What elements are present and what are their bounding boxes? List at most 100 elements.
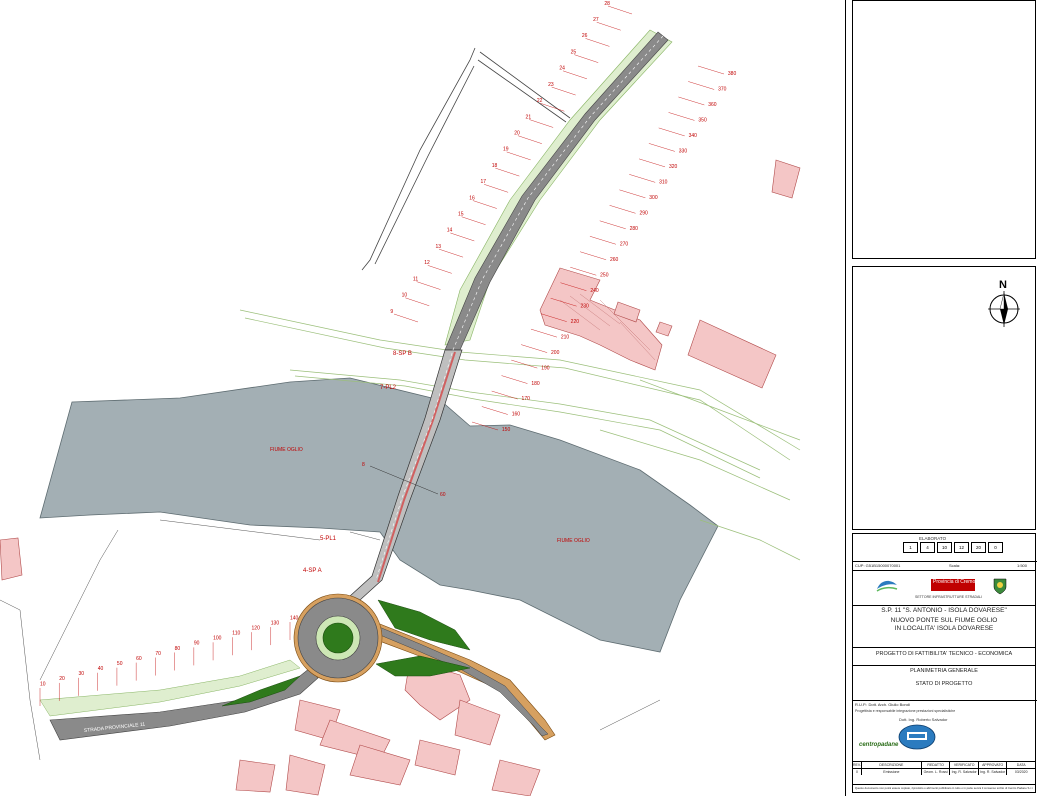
revision-table: REV. DESCRIZIONE REDATTO VERIFICATO APPR…: [853, 761, 1035, 786]
station-label: 14: [447, 228, 453, 234]
section-label-7pl2: 7-PL2: [380, 385, 397, 391]
station-label: 190: [541, 365, 550, 371]
station-tick: [585, 38, 610, 47]
station-label: 380: [728, 71, 737, 77]
station-label: 130: [271, 620, 280, 626]
station-label: 30: [78, 671, 84, 677]
station-label: 200: [551, 350, 560, 356]
section-label-8spb: 8-SP B: [393, 351, 412, 357]
station-label: 150: [502, 427, 511, 433]
center-number-2: 60: [440, 492, 446, 498]
station-tick: [461, 216, 486, 225]
station-tick: [416, 281, 441, 290]
station-label: 40: [98, 666, 104, 672]
station-label: 25: [571, 49, 577, 55]
station-tick: [596, 22, 621, 31]
station-tick: [481, 406, 508, 415]
station-tick: [638, 158, 666, 168]
title-block: ELABORATO 1 4 10 12 20 0 CUP: G51B150000…: [852, 533, 1037, 793]
settore-text: SETTORE INFRASTRUTTURE STRADALI: [915, 595, 983, 599]
station-label: 28: [604, 1, 610, 7]
station-label: 100: [213, 636, 222, 642]
phase-title: PROGETTO DI FATTIBILITA' TECNICO - ECONO…: [853, 647, 1035, 660]
station-label: 90: [194, 641, 200, 647]
station-label: 10: [40, 681, 46, 687]
cup-row: CUP: G51B15000070001 Scala: 1:500: [853, 561, 1037, 570]
station-label: 370: [718, 87, 727, 93]
station-label: 24: [559, 66, 565, 72]
station-tick: [574, 54, 599, 63]
station-label: 70: [155, 651, 161, 657]
station-tick: [589, 236, 616, 245]
station-label: 23: [548, 82, 554, 88]
station-label: 10: [402, 293, 408, 299]
station-label: 17: [481, 179, 487, 185]
station-label: 340: [689, 133, 698, 139]
scale-label: Scala:: [949, 563, 961, 568]
station-label: 250: [600, 272, 609, 278]
station-label: 300: [649, 195, 658, 201]
station-tick: [530, 328, 558, 338]
station-label: 320: [669, 164, 678, 170]
station-tick: [619, 189, 646, 199]
river-oglio: [39, 377, 719, 653]
station-label: 12: [424, 260, 430, 266]
station-label: 260: [610, 257, 619, 263]
station-tick: [629, 174, 656, 183]
station-tick: [599, 220, 626, 229]
station-label: 15: [458, 212, 464, 218]
section-label-5pl1: 5-PL1: [320, 536, 337, 542]
sheet-header: ELABORATO: [919, 536, 947, 541]
scale-value: 1:500: [1017, 563, 1028, 568]
station-label: 50: [117, 661, 123, 667]
redatto-col: REDATTO: [922, 762, 951, 768]
municipal-crest-icon: [993, 578, 1007, 595]
provincia-logo: Provincia di Cremona: [931, 579, 981, 591]
station-label: 120: [252, 625, 261, 631]
road-title: S.P. 11 "S. ANTONIO - ISOLA DOVARESE": [853, 605, 1035, 616]
approvato-cell: Ing. R. Salvador: [979, 769, 1008, 775]
logos-row: Provincia di Cremona SETTORE INFRASTRUTT…: [853, 570, 1035, 605]
station-label: 18: [492, 163, 498, 169]
river-label-2: FIUME OGLIO: [557, 538, 590, 544]
site-plan-map: FIUME OGLIO FIUME OGLIO STRADA PROVINCIA…: [0, 1, 801, 796]
station-tick: [517, 135, 542, 144]
station-tick: [529, 119, 554, 128]
station-tick: [484, 184, 509, 193]
station-tick: [450, 232, 475, 242]
river-label-1: FIUME OGLIO: [270, 447, 303, 453]
station-label: 290: [639, 211, 648, 217]
sheet-cell: 12: [954, 542, 969, 553]
station-label: 22: [537, 98, 543, 104]
station-ticks-left: [393, 5, 633, 323]
station-label: 240: [590, 288, 599, 294]
station-label: 16: [469, 195, 475, 201]
station-label: 210: [561, 334, 570, 340]
road-southwest-green: [39, 659, 301, 717]
north-label: N: [999, 279, 1007, 291]
station-label: 220: [571, 319, 580, 325]
revision-row: 0 Emissione Geom. L. Rossi Ing. R. Salva…: [853, 769, 1035, 775]
station-tick: [491, 390, 518, 400]
blank-frame-top: [852, 0, 1036, 259]
rup-text: R.U.P.: Dott. Arch. Giulio Bondi: [853, 700, 1037, 709]
desc-cell: Emissione: [862, 769, 922, 775]
data-cell: 03/2020: [1014, 770, 1028, 774]
drawing-subtitle: STATO DI PROGETTO: [915, 681, 973, 687]
verificato-cell: Ing. R. Salvador: [950, 769, 979, 775]
station-label: 9: [390, 309, 393, 315]
roundabout: [293, 593, 383, 683]
footer-note: Questo documento non potrà essere copiat…: [853, 784, 1035, 790]
station-label: 180: [531, 381, 540, 387]
north-arrow-icon: N: [988, 279, 1020, 327]
engineer-text: Dott. Ing. Roberto Salvador: [899, 717, 948, 722]
station-tick: [562, 70, 588, 80]
station-label: 360: [708, 102, 717, 108]
station-label: 20: [514, 130, 520, 136]
center-number-1: 8: [362, 462, 365, 468]
station-label: 21: [526, 114, 532, 120]
station-tick: [393, 313, 419, 323]
station-tick: [427, 265, 452, 274]
company-logo: centropadane: [859, 742, 899, 748]
revision-header: REV. DESCRIZIONE REDATTO VERIFICATO APPR…: [853, 762, 1035, 769]
